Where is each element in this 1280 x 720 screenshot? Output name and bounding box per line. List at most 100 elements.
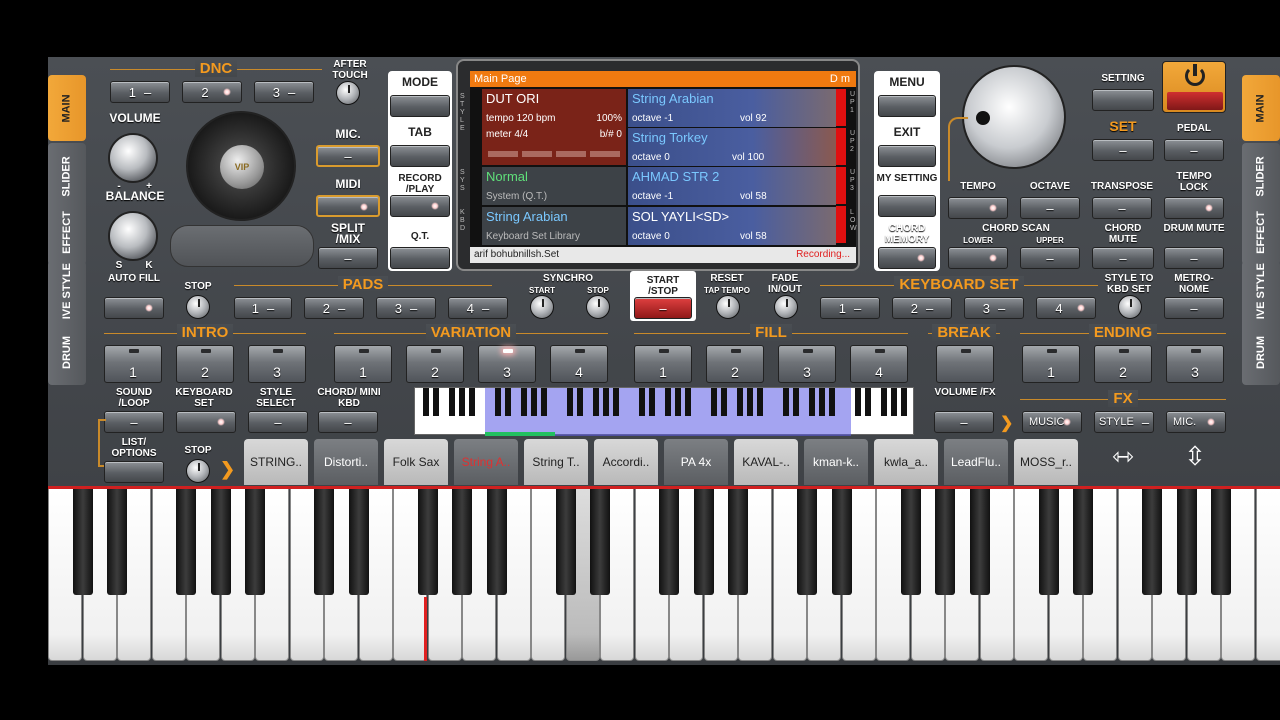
synchro-start-knob[interactable]	[530, 295, 554, 319]
pad-2-button[interactable]: 2–	[304, 297, 364, 319]
fill-3-button[interactable]: 3	[778, 345, 836, 383]
volume-fx-button[interactable]: –	[934, 411, 994, 433]
chord-scan-upper-button[interactable]: –	[1020, 247, 1080, 269]
ending-1-button[interactable]: 1	[1022, 345, 1080, 383]
black-key[interactable]	[590, 489, 610, 595]
fx-style-button[interactable]: STYLE –	[1094, 411, 1154, 433]
auto-fill-button[interactable]	[104, 297, 164, 319]
right-tab-live-style[interactable]: LIVE STYLE	[1242, 261, 1280, 327]
upper3-cell[interactable]: AHMAD STR 2 octave -1 vol 58	[628, 167, 836, 205]
jog-wheel[interactable]: VIP	[186, 111, 296, 221]
tempo-button[interactable]	[948, 197, 1008, 219]
voice-tab-5[interactable]: String T..	[524, 439, 588, 485]
midi-button[interactable]	[316, 195, 380, 217]
data-dial[interactable]	[962, 65, 1066, 169]
voice-tab-12[interactable]: MOSS_r..	[1014, 439, 1078, 485]
black-key[interactable]	[107, 489, 127, 595]
fill-1-button[interactable]: 1	[634, 345, 692, 383]
fx-mic-button[interactable]: MIC.	[1166, 411, 1226, 433]
black-key[interactable]	[935, 489, 955, 595]
setting-button[interactable]	[1092, 89, 1154, 111]
voice-tab-7[interactable]: PA 4x	[664, 439, 728, 485]
record-play-button[interactable]	[390, 195, 450, 217]
black-key[interactable]	[176, 489, 196, 595]
black-key[interactable]	[348, 489, 369, 595]
tempo-lock-button[interactable]	[1164, 197, 1224, 219]
sound-loop-button[interactable]: –	[104, 411, 164, 433]
right-tab-effect[interactable]: EFFECT	[1242, 199, 1280, 265]
chord-mute-button[interactable]: –	[1092, 247, 1154, 269]
black-key[interactable]	[659, 489, 679, 595]
keyboard-range-selector[interactable]	[414, 387, 915, 436]
black-key[interactable]	[831, 489, 852, 595]
pad-1-button[interactable]: 1–	[234, 297, 292, 319]
chord-mini-kbd-button[interactable]: –	[318, 411, 378, 433]
fx-music-button[interactable]: MUSIC	[1022, 411, 1082, 433]
octave-button[interactable]: –	[1020, 197, 1080, 219]
lower-cell[interactable]: SOL YAYLI<SD> octave 0 vol 58	[628, 207, 836, 245]
menu-button[interactable]	[878, 95, 936, 117]
fade-knob[interactable]	[774, 295, 798, 319]
intro-3-button[interactable]: 3	[248, 345, 306, 383]
mic-button[interactable]: –	[316, 145, 380, 167]
set-button[interactable]: –	[1092, 139, 1154, 161]
voice-tab-2[interactable]: Distorti..	[314, 439, 378, 485]
side-tab-live-style[interactable]: LIVE STYLE	[48, 261, 86, 327]
black-key[interactable]	[417, 489, 438, 595]
style-select-button[interactable]: –	[248, 411, 308, 433]
pedal-button[interactable]: –	[1164, 139, 1224, 161]
black-key[interactable]	[452, 489, 472, 595]
keyboard-width-icon[interactable]: ⇿	[1100, 441, 1146, 481]
chord-memory-button[interactable]	[878, 247, 936, 269]
voice-tab-6[interactable]: Accordi..	[594, 439, 658, 485]
black-key[interactable]	[72, 489, 93, 595]
black-key[interactable]	[693, 489, 714, 595]
voice-tab-4[interactable]: String A..	[454, 439, 518, 485]
my-setting-button[interactable]	[878, 195, 936, 217]
variation-2-button[interactable]: 2	[406, 345, 464, 383]
black-key[interactable]	[1073, 489, 1093, 595]
kbset-2-button[interactable]: 2–	[892, 297, 952, 319]
pad-3-button[interactable]: 3–	[376, 297, 436, 319]
black-key[interactable]	[210, 489, 231, 595]
dnc-3-button[interactable]: 3–	[254, 81, 314, 103]
fill-2-button[interactable]: 2	[706, 345, 764, 383]
fill-4-button[interactable]: 4	[850, 345, 908, 383]
tab-button[interactable]	[390, 145, 450, 167]
kbset-3-button[interactable]: 3–	[964, 297, 1024, 319]
upper1-cell[interactable]: String Arabian octave -1 vol 92	[628, 89, 836, 127]
voice-stop-knob[interactable]	[186, 459, 210, 483]
keyboard-height-icon[interactable]: ⇳	[1172, 441, 1218, 481]
voice-tab-10[interactable]: kwla_a..	[874, 439, 938, 485]
intro-2-button[interactable]: 2	[176, 345, 234, 383]
variation-4-button[interactable]: 4	[550, 345, 608, 383]
side-tab-effect[interactable]: EFFECT	[48, 199, 86, 265]
mode-button[interactable]	[390, 95, 450, 117]
intro-1-button[interactable]: 1	[104, 345, 162, 383]
keyboard-set-button[interactable]	[176, 411, 236, 433]
dnc-1-button[interactable]: 1–	[110, 81, 170, 103]
synchro-stop-knob[interactable]	[586, 295, 610, 319]
voice-tab-9[interactable]: kman-k..	[804, 439, 868, 485]
black-key[interactable]	[555, 489, 576, 595]
stop-knob[interactable]	[186, 295, 210, 319]
balance-knob[interactable]	[108, 211, 158, 261]
black-key[interactable]	[1211, 489, 1231, 595]
side-tab-main[interactable]: MAIN	[48, 75, 86, 141]
pad-4-button[interactable]: 4–	[448, 297, 508, 319]
dnc-2-button[interactable]: 2	[182, 81, 242, 103]
ending-2-button[interactable]: 2	[1094, 345, 1152, 383]
split-mix-button[interactable]: –	[318, 247, 378, 269]
metronome-button[interactable]: –	[1164, 297, 1224, 319]
kbd-set-cell[interactable]: String Arabian Keyboard Set Library	[482, 207, 626, 245]
black-key[interactable]	[969, 489, 990, 595]
transpose-button[interactable]: –	[1092, 197, 1152, 219]
black-key[interactable]	[314, 489, 334, 595]
upper2-cell[interactable]: String Torkey octave 0 vol 100	[628, 128, 836, 166]
variation-1-button[interactable]: 1	[334, 345, 392, 383]
kbset-1-button[interactable]: 1–	[820, 297, 880, 319]
black-key[interactable]	[1038, 489, 1059, 595]
ending-3-button[interactable]: 3	[1166, 345, 1224, 383]
voice-tab-8[interactable]: KAVAL-..	[734, 439, 798, 485]
black-key[interactable]	[900, 489, 921, 595]
